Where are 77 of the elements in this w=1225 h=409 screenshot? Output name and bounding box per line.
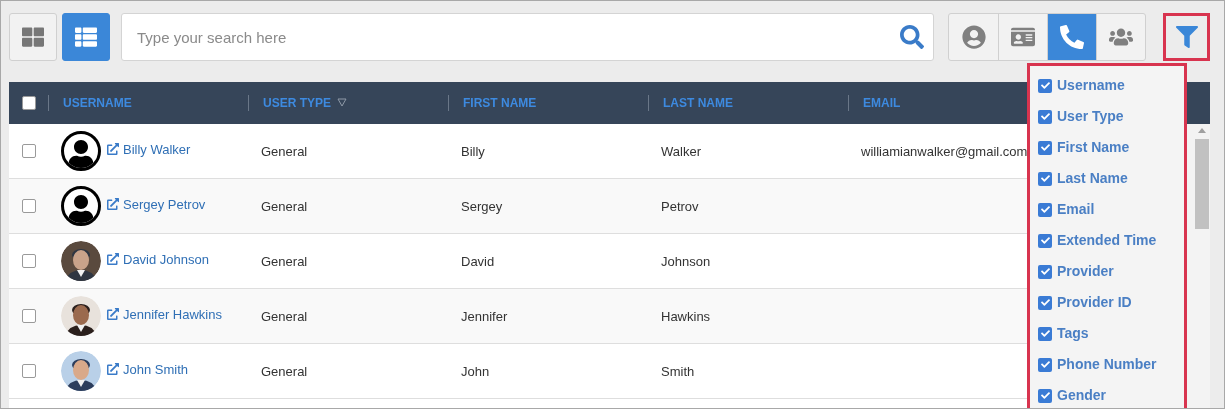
id-card-icon [1011, 25, 1035, 49]
person-icon [961, 25, 986, 49]
column-option[interactable]: Last Name [1038, 169, 1184, 188]
contact-filter-button[interactable] [1047, 14, 1096, 60]
checkbox[interactable] [1038, 109, 1052, 124]
table-cell: General [261, 144, 308, 159]
external-link-icon[interactable] [107, 253, 119, 265]
column-header[interactable]: EMAIL [863, 94, 901, 112]
column-header[interactable]: USERNAME [63, 94, 132, 112]
checkbox[interactable] [1038, 140, 1052, 155]
username-link[interactable]: John Smith [123, 360, 189, 380]
column-option[interactable]: Email [1038, 200, 1184, 219]
external-link-icon[interactable] [107, 363, 119, 375]
table-cell: Walker [661, 144, 701, 159]
column-option[interactable]: User Type [1038, 107, 1184, 126]
table-cell: Jennifer [461, 309, 508, 324]
checkbox[interactable] [1038, 357, 1052, 372]
column-filter-button[interactable] [1163, 13, 1210, 61]
checkbox[interactable] [1038, 326, 1052, 341]
checkbox[interactable] [22, 254, 36, 268]
list-icon [75, 26, 97, 48]
column-option[interactable]: Tags [1038, 324, 1184, 343]
view-toggle-button[interactable] [62, 13, 110, 61]
table-cell: John [461, 364, 490, 379]
column-option[interactable]: Provider [1038, 262, 1184, 281]
external-link-icon[interactable] [107, 143, 119, 155]
column-header[interactable]: USER TYPE [263, 94, 331, 112]
username-link[interactable]: Sergey Petrov [123, 195, 206, 215]
column-option[interactable]: Extended Time [1038, 231, 1184, 250]
table-cell: Billy [461, 144, 485, 159]
table-cell: General [261, 254, 308, 269]
username-link[interactable]: Billy Walker [123, 140, 191, 160]
checkbox[interactable] [1038, 202, 1052, 217]
checkbox[interactable] [22, 144, 36, 158]
column-option[interactable]: Phone Number [1038, 355, 1184, 374]
view-toggle-button[interactable] [9, 13, 57, 61]
username-link[interactable]: Jennifer Hawkins [123, 305, 222, 325]
checkbox[interactable] [1038, 171, 1052, 186]
scrollbar-thumb[interactable] [1194, 139, 1209, 229]
search-field[interactable]: Type your search here [121, 13, 934, 61]
scrollbar[interactable] [1185, 124, 1210, 408]
column-header[interactable]: FIRST NAME [463, 94, 537, 112]
column-option[interactable]: First Name [1038, 138, 1184, 157]
column-header[interactable]: LAST NAME [663, 94, 733, 112]
column-option[interactable]: Gender [1038, 386, 1184, 405]
grid-icon [22, 26, 44, 48]
checkbox[interactable] [1038, 78, 1052, 93]
table-cell: Smith [661, 364, 695, 379]
checkbox[interactable] [22, 309, 36, 323]
default-avatar-icon [61, 186, 101, 226]
checkbox[interactable] [1038, 295, 1052, 310]
table-cell: Johnson [661, 254, 711, 269]
scroll-up-icon[interactable] [1197, 128, 1206, 133]
checkbox[interactable] [22, 199, 36, 213]
phone-icon [1060, 25, 1084, 49]
table-cell: Sergey [461, 199, 503, 214]
table-cell: General [261, 364, 308, 379]
checkbox[interactable] [1038, 264, 1052, 279]
checkbox[interactable] [1038, 233, 1052, 248]
external-link-icon[interactable] [107, 308, 119, 320]
checkbox[interactable] [1038, 388, 1052, 403]
table-cell: General [261, 199, 308, 214]
filter-icon [1175, 26, 1198, 48]
checkbox[interactable] [21, 96, 36, 110]
username-link[interactable]: David Johnson [123, 250, 209, 270]
column-option[interactable]: Username [1038, 76, 1184, 95]
table-cell: Petrov [661, 199, 699, 214]
column-option[interactable]: Provider ID [1038, 293, 1184, 312]
table-cell: williamianwalker@gmail.com [861, 144, 1028, 159]
search-icon[interactable] [900, 25, 924, 49]
table-cell: General [261, 309, 308, 324]
checkbox[interactable] [22, 364, 36, 378]
table-cell: David [461, 254, 495, 269]
default-avatar-icon [61, 131, 101, 171]
filter-icon[interactable] [337, 98, 347, 108]
external-link-icon[interactable] [107, 198, 119, 210]
table-cell: Hawkins [661, 309, 711, 324]
